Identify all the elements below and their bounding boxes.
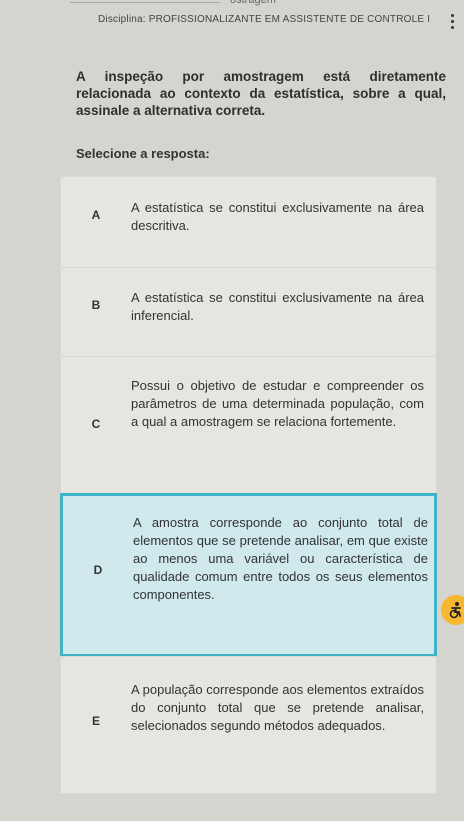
option-letter: E	[91, 714, 100, 728]
top-fragment-text: ostragem	[230, 0, 276, 6]
option-text: A estatística se constitui exclusivament…	[131, 200, 424, 233]
option-e[interactable]: E A população corresponde aos elementos …	[60, 656, 437, 794]
answer-prompt: Selecione a resposta:	[76, 146, 210, 161]
discipline-title: Disciplina: PROFISSIONALIZANTE EM ASSIST…	[98, 14, 431, 25]
top-cut-off-header: ostragem	[0, 0, 464, 10]
option-b[interactable]: B A estatística se constitui exclusivame…	[60, 267, 437, 361]
option-letter: A	[91, 208, 101, 222]
option-text: A amostra corresponde ao conjunto total …	[133, 515, 428, 602]
accessibility-button[interactable]	[441, 595, 464, 625]
option-text: A população corresponde aos elementos ex…	[131, 682, 424, 733]
option-a[interactable]: A A estatística se constitui exclusivame…	[60, 176, 437, 272]
accessibility-icon	[449, 602, 461, 619]
option-letter: B	[91, 298, 101, 312]
option-letter: C	[91, 417, 101, 431]
divider	[70, 2, 220, 3]
more-vertical-icon[interactable]	[448, 14, 456, 34]
option-text: Possui o objetivo de estudar e compreend…	[131, 378, 424, 429]
question-text: A inspeção por amostragem está diretamen…	[76, 69, 446, 118]
option-c[interactable]: C Possui o objetivo de estudar e compree…	[60, 356, 437, 494]
option-d-selected[interactable]: D A amostra corresponde ao conjunto tota…	[60, 493, 437, 657]
option-text: A estatística se constitui exclusivament…	[131, 290, 424, 323]
option-letter: D	[93, 563, 103, 577]
